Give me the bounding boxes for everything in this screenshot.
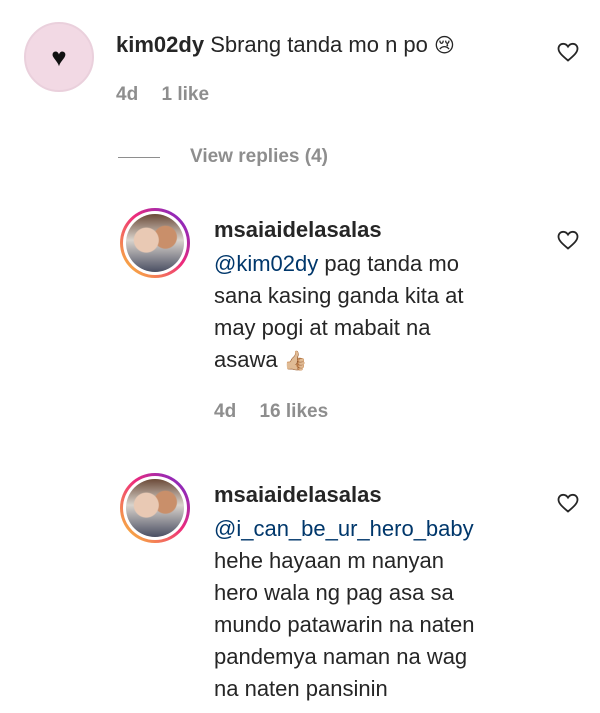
avatar-photo [126,214,184,272]
reply-1: msaiaidelasalas @kim02dy pag tanda mo sa… [0,200,600,440]
reply-text-line: na naten pansinin [214,676,388,701]
reply-body: @kim02dy pag tanda mo sana kasing ganda … [214,248,554,378]
mention-link[interactable]: @kim02dy [214,251,318,276]
like-count[interactable]: 16 likes [259,401,328,422]
avatar[interactable] [120,473,190,543]
reply-text-line: hehe hayaan m nanyan [214,548,444,573]
like-heart-icon[interactable] [556,40,580,64]
replies-divider [118,156,160,158]
reply-text-line: may pogi at mabait na [214,315,431,340]
like-heart-icon[interactable] [556,228,580,252]
comment-text: Sbrang tanda mo n po [210,32,428,57]
reply-text-line: asawa [214,347,278,372]
view-replies-label: View replies (4) [190,146,328,167]
like-heart-icon[interactable] [556,491,580,515]
view-replies-button[interactable]: View replies (4) [118,142,328,172]
mention-link[interactable]: @i_can_be_ur_hero_baby [214,513,574,545]
reply-text-line: pag tanda mo [324,251,459,276]
username-link[interactable]: msaiaidelasalas [214,214,382,246]
reply-text-line: hero wala ng pag asa sa [214,580,454,605]
comment-meta: 4d 1 like [116,84,209,106]
comment-age[interactable]: 4d [116,84,138,105]
reply-age[interactable]: 4d [214,401,236,422]
like-count[interactable]: 1 like [161,84,209,105]
thumbs-up-emoji: 👍🏼 [283,351,308,372]
comment-body: kim02dy Sbrang tanda mo n po 😢 [116,29,455,62]
reply-text-line: mundo patawarin na naten [214,612,475,637]
avatar[interactable]: ♥ [24,22,94,92]
username-link[interactable]: kim02dy [116,32,204,57]
avatar-photo [126,479,184,537]
crying-emoji: 😢 [434,35,455,57]
reply-meta: 4d 16 likes [214,401,328,423]
reply-text-line: pandemya naman na wag [214,644,468,669]
reply-2: msaiaidelasalas @i_can_be_ur_hero_baby h… [0,465,600,713]
avatar[interactable] [120,208,190,278]
heart-icon: ♥ [51,42,67,72]
comment-kim02dy: ♥ kim02dy Sbrang tanda mo n po 😢 4d 1 li… [0,0,600,130]
username-link[interactable]: msaiaidelasalas [214,479,382,511]
reply-text-line: sana kasing ganda kita at [214,283,464,308]
reply-body: @i_can_be_ur_hero_baby hehe hayaan m nan… [214,513,574,705]
